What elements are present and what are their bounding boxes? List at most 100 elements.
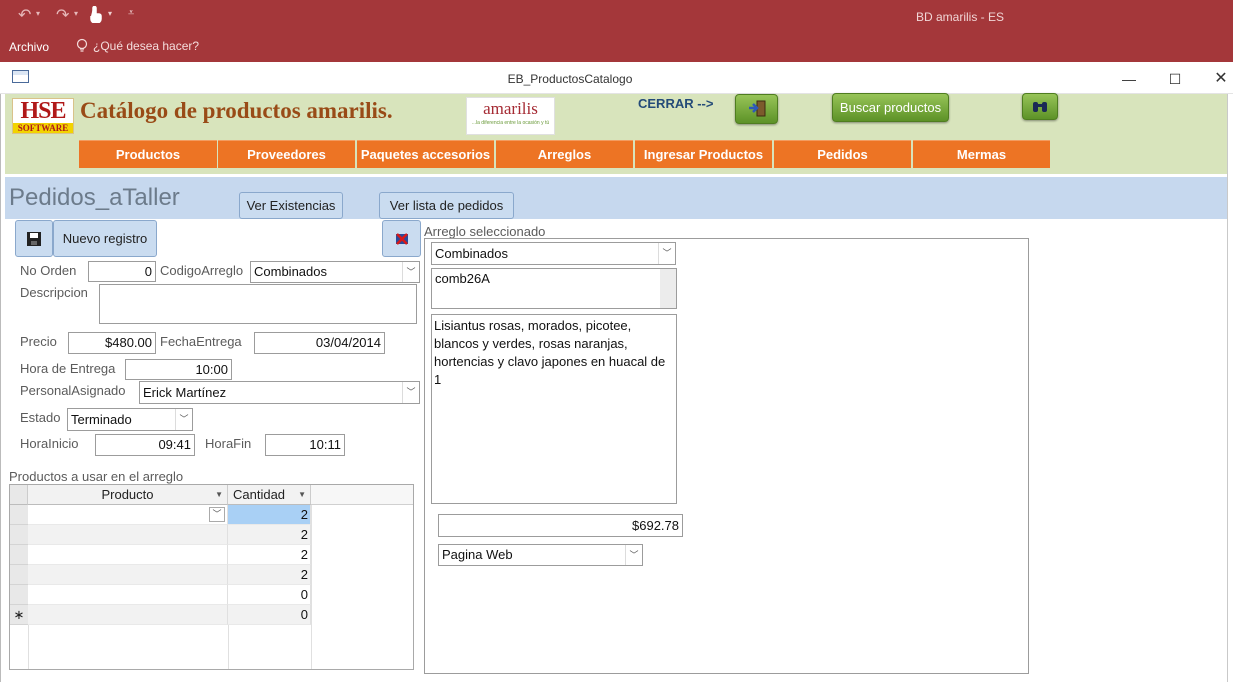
chevron-down-icon[interactable]: ﹀ — [402, 382, 419, 403]
arreglo-codigo-field[interactable]: comb26A — [431, 268, 677, 309]
exit-door-icon — [748, 100, 765, 117]
hora-entrega-field[interactable]: 10:00 — [125, 359, 232, 380]
codigo-arreglo-value: Combinados — [254, 264, 327, 279]
window-border — [1227, 94, 1228, 682]
no-orden-field[interactable]: 0 — [88, 261, 156, 282]
save-record-button[interactable] — [15, 220, 53, 257]
descripcion-field[interactable] — [99, 284, 417, 324]
row-selector[interactable] — [10, 525, 28, 545]
hora-fin-field[interactable]: 10:11 — [265, 434, 345, 456]
arreglo-categoria-combo[interactable]: Combinados ﹀ — [431, 242, 676, 265]
floppy-disk-icon — [27, 232, 41, 246]
tell-me-search[interactable]: ¿Qué desea hacer? — [93, 39, 199, 53]
row-selector[interactable] — [10, 565, 28, 585]
nuevo-registro-button[interactable]: Nuevo registro — [53, 220, 157, 257]
arreglo-codigo-value: comb26A — [435, 271, 490, 286]
maximize-icon[interactable]: ☐ — [1152, 66, 1198, 92]
chevron-down-icon[interactable]: ﹀ — [625, 545, 642, 565]
precio-field[interactable]: $480.00 — [68, 332, 156, 354]
canal-venta-value: Pagina Web — [442, 547, 513, 562]
table-row-cantidad[interactable]: 0 — [228, 585, 311, 605]
sort-dropdown-icon[interactable]: ▼ — [215, 485, 223, 504]
chevron-down-icon[interactable]: ﹀ — [175, 409, 192, 430]
precio-label: Precio — [20, 334, 57, 349]
producto-column-header[interactable]: Producto ▼ — [28, 485, 228, 505]
table-row-producto[interactable] — [28, 525, 228, 545]
undo-dropdown-icon[interactable]: ▾ — [36, 9, 40, 18]
file-menu[interactable]: Archivo — [9, 40, 49, 54]
estado-value: Terminado — [71, 412, 132, 427]
undo-icon[interactable]: ↶ — [18, 5, 31, 25]
hora-entrega-label: Hora de Entrega — [20, 361, 116, 376]
producto-header-label: Producto — [101, 487, 154, 502]
row-selector[interactable] — [10, 545, 28, 565]
ver-lista-pedidos-button[interactable]: Ver lista de pedidos — [379, 192, 514, 219]
row-selector[interactable] — [10, 585, 28, 605]
chevron-down-icon[interactable]: ﹀ — [658, 243, 675, 264]
table-row-producto[interactable] — [28, 585, 228, 605]
touch-mode-icon[interactable] — [88, 5, 102, 24]
close-form-button[interactable] — [735, 94, 778, 124]
form-window-title: EB_ProductosCatalogo — [507, 72, 633, 86]
fecha-entrega-label: FechaEntrega — [160, 334, 242, 349]
personal-asignado-combo[interactable]: Erick Martínez ﹀ — [139, 381, 420, 404]
delete-record-icon — [395, 233, 408, 245]
sort-dropdown-icon[interactable]: ▼ — [298, 485, 306, 504]
select-all-corner[interactable] — [10, 485, 28, 505]
table-row-producto-combo[interactable]: ﹀ — [28, 505, 228, 525]
estado-label: Estado — [20, 410, 61, 425]
codigo-arreglo-combo[interactable]: Combinados ﹀ — [250, 261, 420, 283]
new-record-row-selector[interactable]: ∗ — [10, 605, 28, 625]
table-row-cantidad[interactable]: 2 — [228, 525, 311, 545]
cerrar-label: CERRAR --> — [638, 96, 714, 111]
estado-combo[interactable]: Terminado ﹀ — [67, 408, 193, 431]
tab-productos[interactable]: Productos — [79, 140, 217, 168]
tab-paquetes-accesorios[interactable]: Paquetes accesorios — [357, 140, 494, 168]
hora-inicio-field[interactable]: 09:41 — [95, 434, 195, 456]
catalog-title: Catálogo de productos amarilis. — [80, 98, 393, 123]
amarilis-logo: amarilis ...la diferencia entre la ocasi… — [466, 97, 555, 135]
row-selector[interactable] — [10, 505, 28, 525]
tab-pedidos[interactable]: Pedidos — [774, 140, 911, 168]
delete-record-button[interactable] — [382, 220, 421, 257]
grid-header-filler — [311, 485, 413, 505]
chevron-down-icon[interactable]: ﹀ — [402, 262, 419, 282]
chevron-down-icon[interactable]: ﹀ — [209, 507, 225, 522]
table-row-producto[interactable] — [28, 565, 228, 585]
customize-toolbar-icon[interactable]: ⩡ — [128, 7, 134, 20]
personal-asignado-value: Erick Martínez — [143, 385, 227, 400]
cantidad-header-label: Cantidad — [233, 487, 286, 502]
touch-dropdown-icon[interactable]: ▾ — [108, 9, 112, 18]
canal-venta-combo[interactable]: Pagina Web ﹀ — [438, 544, 643, 566]
tab-ingresar-productos[interactable]: Ingresar Productos — [635, 140, 772, 168]
new-row-cantidad[interactable]: 0 — [228, 605, 311, 625]
tab-proveedores[interactable]: Proveedores — [218, 140, 355, 168]
tab-mermas[interactable]: Mermas — [913, 140, 1050, 168]
table-row-cantidad[interactable]: 2 — [228, 565, 311, 585]
app-title: BD amarilis - ES — [915, 10, 1004, 24]
redo-icon[interactable]: ↷ — [56, 5, 69, 25]
close-window-icon[interactable]: ✕ — [1198, 66, 1233, 92]
tab-arreglos[interactable]: Arreglos — [496, 140, 633, 168]
cantidad-column-header[interactable]: Cantidad ▼ — [228, 485, 311, 505]
fecha-entrega-field[interactable]: 03/04/2014 — [254, 332, 385, 354]
new-row-producto[interactable] — [28, 605, 228, 625]
arreglo-precio-field[interactable]: $692.78 — [438, 514, 683, 537]
section-band — [5, 177, 1227, 219]
arreglo-seleccionado-label: Arreglo seleccionado — [424, 224, 546, 239]
buscar-productos-button[interactable]: Buscar productos — [832, 93, 949, 122]
table-row-producto[interactable] — [28, 545, 228, 565]
lightbulb-icon — [76, 38, 90, 54]
scrollbar[interactable] — [660, 269, 676, 308]
table-row-cantidad[interactable]: 2 — [228, 505, 311, 525]
arreglo-descripcion-field[interactable]: Lisiantus rosas, morados, picotee, blanc… — [431, 314, 677, 504]
search-binoculars-button[interactable] — [1022, 93, 1058, 120]
table-row-cantidad[interactable]: 2 — [228, 545, 311, 565]
productos-subform-label: Productos a usar en el arreglo — [9, 469, 184, 484]
productos-subform-grid[interactable]: Producto ▼ Cantidad ▼ ﹀ 2 2 2 2 0 ∗ 0 — [9, 484, 414, 670]
redo-dropdown-icon[interactable]: ▾ — [74, 9, 78, 18]
minimize-icon[interactable]: — — [1106, 66, 1152, 92]
ver-existencias-button[interactable]: Ver Existencias — [239, 192, 343, 219]
codigo-arreglo-label: CodigoArreglo — [160, 263, 244, 278]
hora-fin-label: HoraFin — [205, 436, 252, 451]
